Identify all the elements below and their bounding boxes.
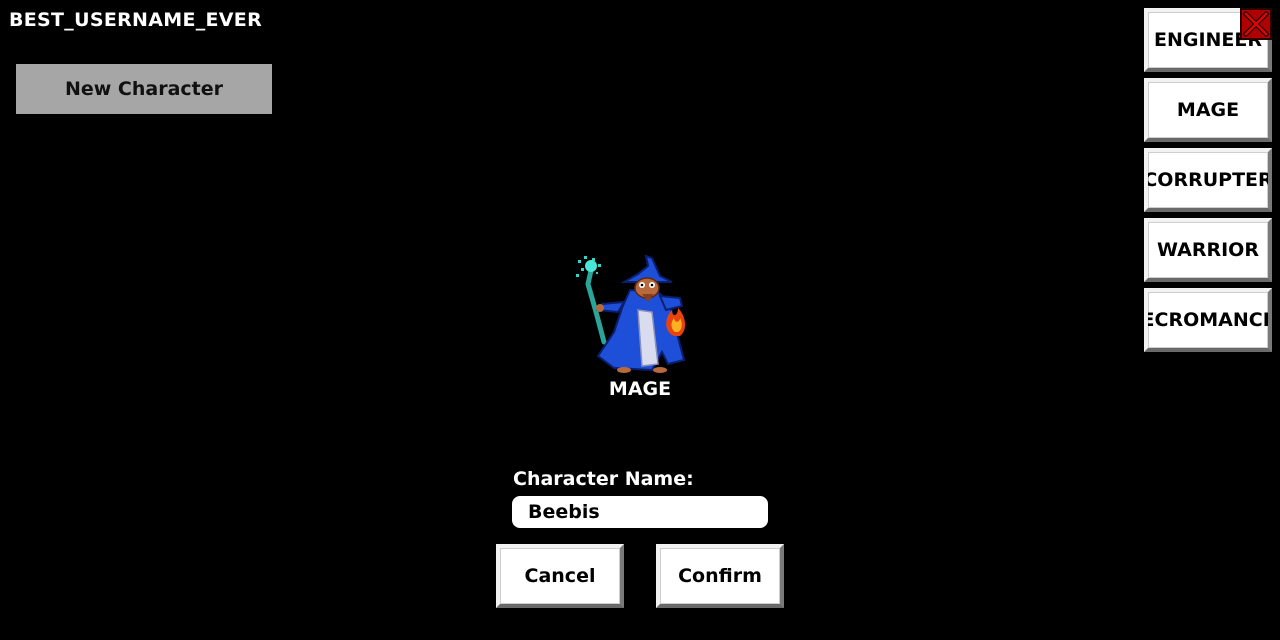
class-button-corrupter[interactable]: CORRUPTER (1144, 148, 1272, 212)
close-button[interactable] (1240, 8, 1272, 40)
class-button-necromancer[interactable]: NECROMANCER (1144, 288, 1272, 352)
character-name-label: Character Name: (513, 468, 694, 490)
username-label: BEST_USERNAME_EVER (9, 9, 263, 31)
mage-character-sprite (576, 254, 686, 373)
class-button-warrior[interactable]: WARRIOR (1144, 218, 1272, 282)
new-character-button[interactable]: New Character (16, 64, 272, 114)
cancel-button[interactable]: Cancel (496, 544, 624, 608)
confirm-button[interactable]: Confirm (656, 544, 784, 608)
selected-class-caption: MAGE (608, 378, 672, 400)
close-x-icon (1243, 11, 1269, 37)
class-button-mage[interactable]: MAGE (1144, 78, 1272, 142)
character-name-input[interactable] (512, 496, 768, 528)
